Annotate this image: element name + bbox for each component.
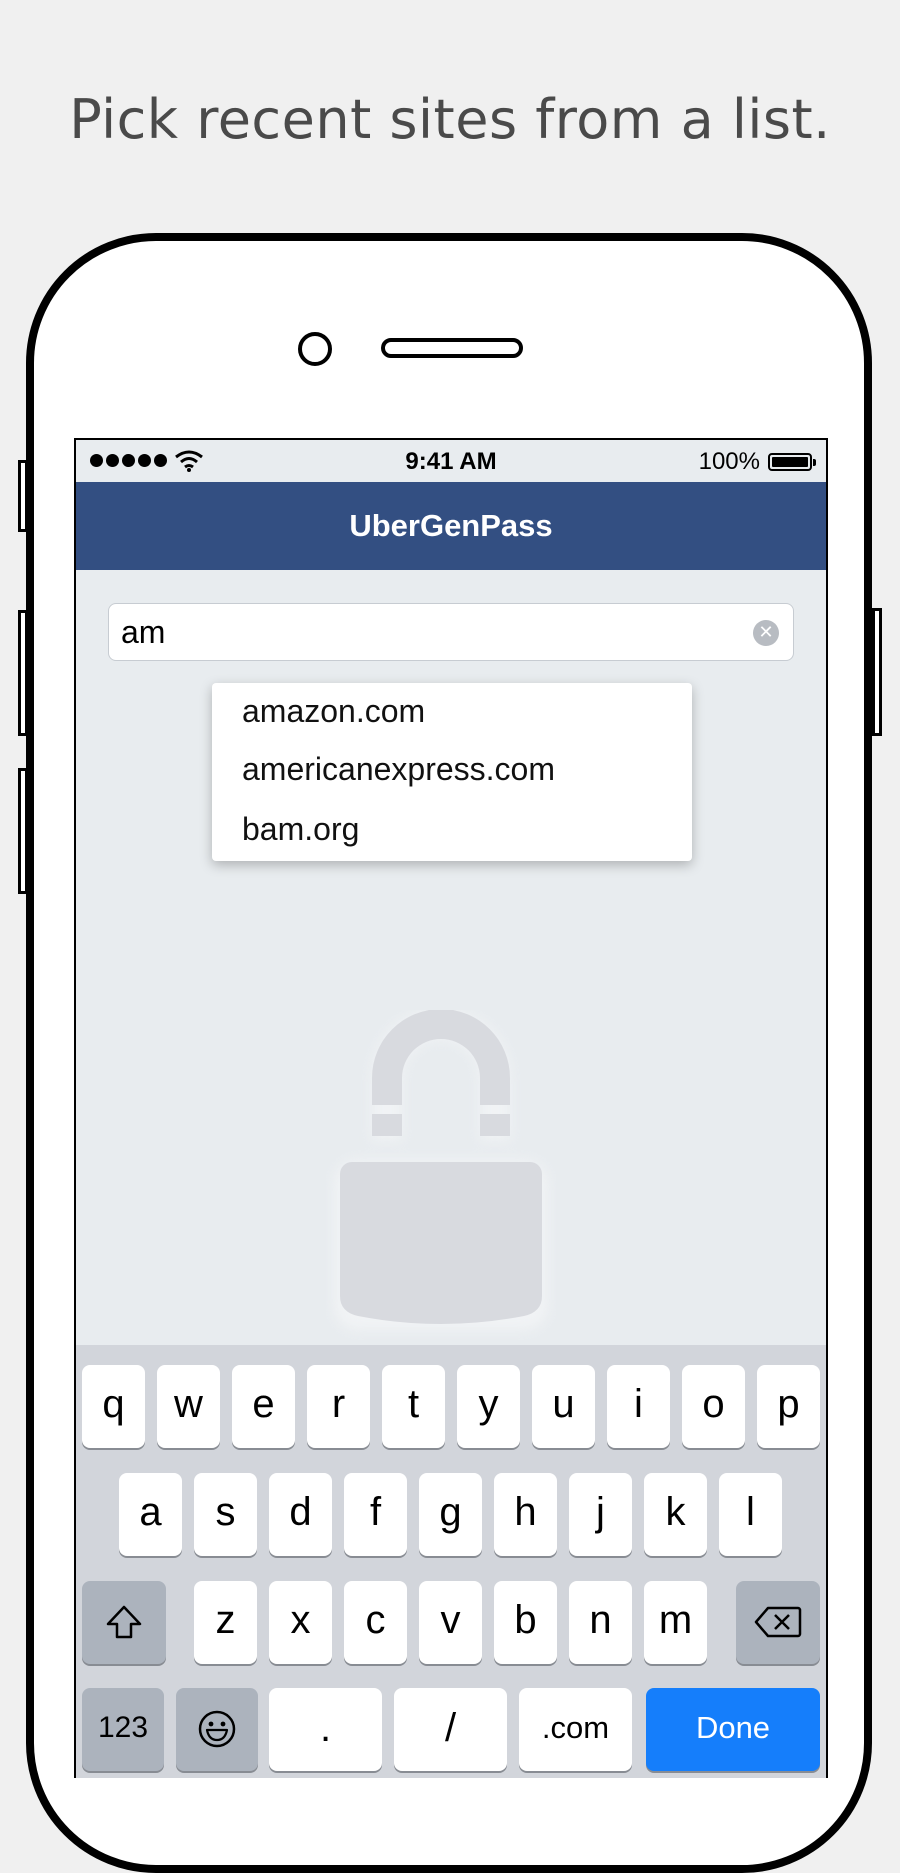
emoji-key[interactable]	[176, 1688, 258, 1771]
key-s[interactable]: s	[194, 1473, 257, 1556]
shift-arrow-icon	[106, 1605, 142, 1639]
key-b[interactable]: b	[494, 1581, 557, 1664]
key-h[interactable]: h	[494, 1473, 557, 1556]
site-input[interactable]	[121, 604, 721, 660]
key-r[interactable]: r	[307, 1365, 370, 1448]
key-z[interactable]: z	[194, 1581, 257, 1664]
key-g[interactable]: g	[419, 1473, 482, 1556]
battery-percent: 100%	[698, 448, 760, 475]
key-a[interactable]: a	[119, 1473, 182, 1556]
shift-key[interactable]	[82, 1581, 166, 1664]
key-i[interactable]: i	[607, 1365, 670, 1448]
emoji-icon	[198, 1710, 236, 1748]
suggestions-dropdown: amazon.com americanexpress.com bam.org	[212, 683, 692, 861]
key-v[interactable]: v	[419, 1581, 482, 1664]
key-o[interactable]: o	[682, 1365, 745, 1448]
lock-icon	[334, 1010, 548, 1330]
key-j[interactable]: j	[569, 1473, 632, 1556]
numbers-key[interactable]: 123	[82, 1688, 164, 1771]
slash-key[interactable]: /	[394, 1688, 507, 1771]
key-f[interactable]: f	[344, 1473, 407, 1556]
headline: Pick recent sites from a list.	[69, 88, 831, 151]
key-y[interactable]: y	[457, 1365, 520, 1448]
done-button[interactable]: Done	[646, 1688, 820, 1771]
period-key[interactable]: .	[269, 1688, 382, 1771]
key-p[interactable]: p	[757, 1365, 820, 1448]
key-t[interactable]: t	[382, 1365, 445, 1448]
suggestion-item[interactable]: bam.org	[212, 799, 692, 859]
front-camera	[298, 332, 332, 366]
backspace-key[interactable]	[736, 1581, 820, 1664]
key-l[interactable]: l	[719, 1473, 782, 1556]
suggestion-item[interactable]: americanexpress.com	[212, 739, 692, 799]
key-w[interactable]: w	[157, 1365, 220, 1448]
earpiece-speaker	[381, 338, 523, 358]
suggestion-item[interactable]: amazon.com	[212, 683, 692, 739]
keyboard: q w e r t y u i o p a s d f g h j k l z …	[76, 1345, 826, 1778]
nav-bar: UberGenPass	[76, 482, 826, 570]
key-u[interactable]: u	[532, 1365, 595, 1448]
key-e[interactable]: e	[232, 1365, 295, 1448]
battery-icon	[768, 453, 816, 471]
phone-screen: 9:41 AM 100% UberGenPass ✕ amazon.com am…	[74, 438, 828, 1778]
key-q[interactable]: q	[82, 1365, 145, 1448]
clear-icon[interactable]: ✕	[753, 620, 779, 646]
phone-power-button	[872, 608, 882, 736]
key-n[interactable]: n	[569, 1581, 632, 1664]
search-field[interactable]: ✕	[108, 603, 794, 661]
app-title: UberGenPass	[349, 508, 553, 543]
backspace-icon	[754, 1606, 802, 1638]
status-bar: 9:41 AM 100%	[76, 440, 826, 482]
key-c[interactable]: c	[344, 1581, 407, 1664]
dotcom-key[interactable]: .com	[519, 1688, 632, 1771]
key-k[interactable]: k	[644, 1473, 707, 1556]
key-x[interactable]: x	[269, 1581, 332, 1664]
key-m[interactable]: m	[644, 1581, 707, 1664]
key-d[interactable]: d	[269, 1473, 332, 1556]
